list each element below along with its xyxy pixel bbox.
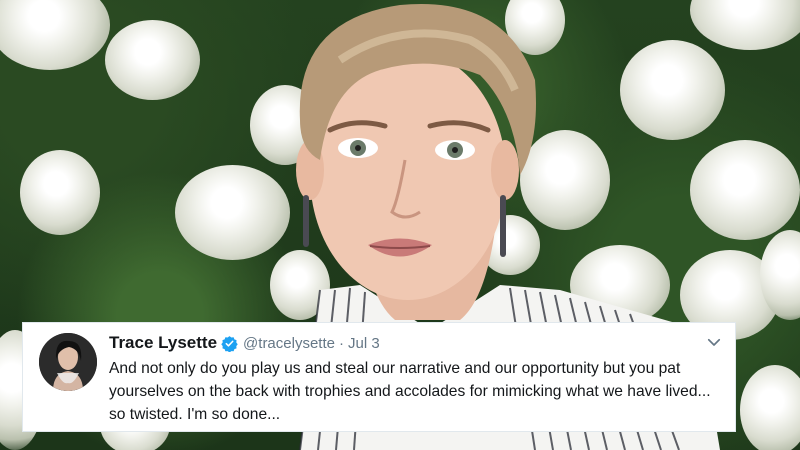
tweet-header: Trace Lysette @tracelysette · Jul 3: [109, 332, 695, 354]
verified-badge-icon: [221, 335, 238, 352]
avatar-image: [39, 333, 97, 391]
separator-dot: ·: [338, 334, 344, 352]
avatar[interactable]: [39, 333, 97, 391]
author-handle[interactable]: @tracelysette: [243, 335, 335, 352]
tweet-text: And not only do you play us and steal ou…: [109, 360, 711, 423]
tweet-date[interactable]: Jul 3: [348, 335, 380, 352]
right-earring: [500, 195, 506, 257]
left-earring: [303, 195, 309, 247]
chevron-down-icon[interactable]: [705, 333, 723, 351]
right-ear: [491, 140, 519, 200]
author-name[interactable]: Trace Lysette: [109, 333, 217, 353]
tweet-card[interactable]: Trace Lysette @tracelysette · Jul 3 And …: [22, 322, 736, 432]
